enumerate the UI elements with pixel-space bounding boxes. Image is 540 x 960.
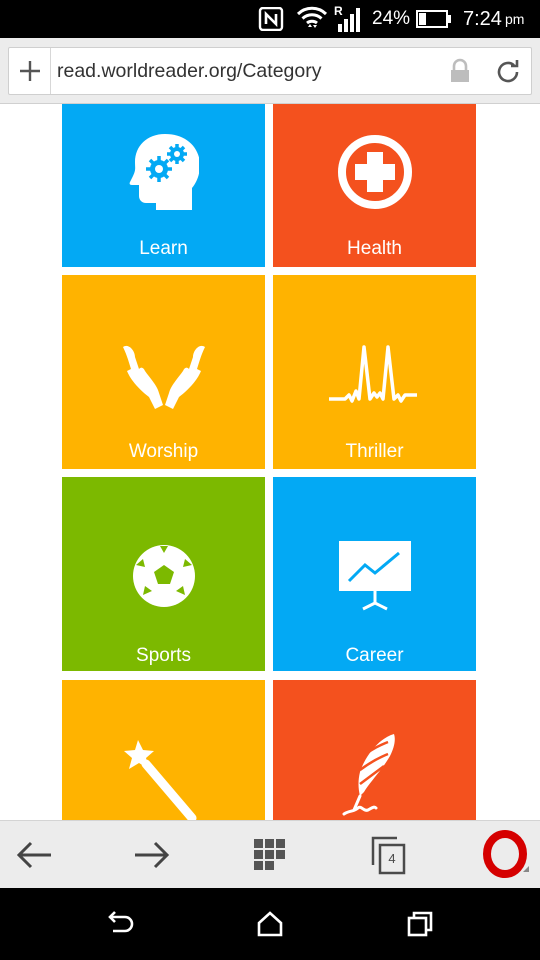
address-bar[interactable]: read.worldreader.org/Category (8, 47, 532, 95)
battery-percent: 24% (372, 8, 411, 29)
system-nav-bar (0, 888, 540, 960)
url-text[interactable]: read.worldreader.org/Category (57, 48, 321, 94)
opera-menu-icon[interactable] (476, 821, 536, 889)
category-tile-writing[interactable] (273, 680, 476, 820)
lock-icon (447, 58, 473, 84)
battery-icon (416, 0, 452, 38)
quill-pen-icon (273, 732, 476, 820)
back-icon[interactable] (80, 888, 160, 960)
growth-chart-icon (273, 539, 476, 611)
reload-icon[interactable] (493, 57, 523, 87)
category-grid: Learn Health Worship Thriller Sports Car… (0, 104, 540, 820)
praying-hands-icon (62, 343, 265, 413)
signal-icon: R (334, 0, 366, 38)
speed-dial-icon[interactable] (240, 821, 300, 889)
brain-gears-icon (62, 132, 265, 210)
category-tile-thriller[interactable]: Thriller (273, 275, 476, 469)
svg-text:R: R (334, 4, 343, 18)
category-label: Worship (128, 441, 199, 462)
home-icon[interactable] (230, 888, 310, 960)
category-label: Sports (136, 645, 191, 666)
heartbeat-icon (273, 345, 476, 407)
medical-cross-icon (273, 134, 476, 210)
category-label: Career (345, 645, 404, 666)
category-tile-sports[interactable]: Sports (62, 477, 265, 671)
magic-wand-icon (62, 738, 265, 820)
clock: 7:24 pm (463, 7, 525, 30)
recents-icon[interactable] (380, 888, 460, 960)
category-tile-magic[interactable] (62, 680, 265, 820)
tabs-icon[interactable]: 4 (358, 821, 418, 889)
category-label: Health (347, 238, 402, 259)
add-icon[interactable] (9, 48, 51, 94)
category-label: Thriller (345, 441, 404, 462)
browser-toolbar: 4 (0, 820, 540, 888)
tab-count: 4 (388, 851, 396, 866)
wifi-icon (296, 0, 328, 38)
forward-arrow-icon[interactable] (122, 821, 182, 889)
category-tile-learn[interactable]: Learn (62, 104, 265, 267)
browser-address-bar-container: read.worldreader.org/Category (0, 38, 540, 104)
category-label: Learn (139, 238, 188, 259)
nfc-icon (258, 0, 284, 38)
category-tile-health[interactable]: Health (273, 104, 476, 267)
category-tile-worship[interactable]: Worship (62, 275, 265, 469)
status-bar: R 24% 7:24 pm (0, 0, 540, 38)
back-arrow-icon[interactable] (4, 821, 64, 889)
soccer-ball-icon (62, 543, 265, 609)
category-tile-career[interactable]: Career (273, 477, 476, 671)
